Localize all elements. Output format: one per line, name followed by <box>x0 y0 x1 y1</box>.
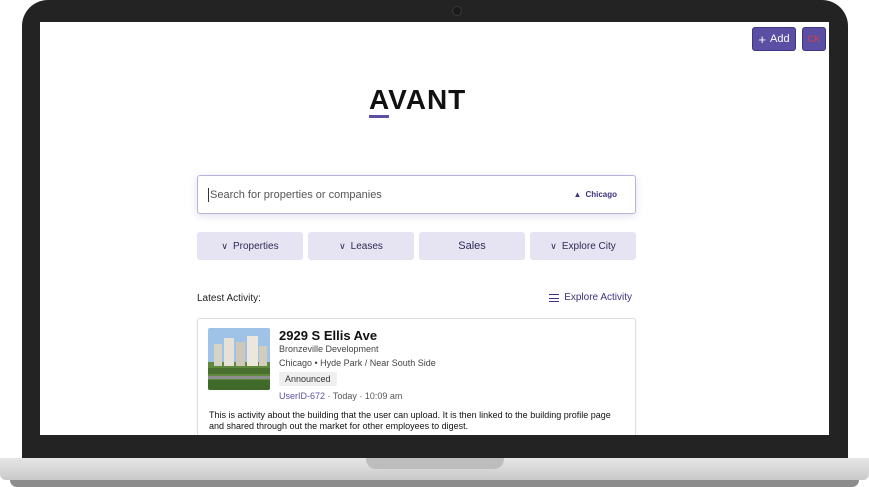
list-icon <box>549 293 560 302</box>
top-actions: + Add CK <box>752 27 826 51</box>
activity-card[interactable]: 2929 S Ellis Ave Bronzeville Development… <box>197 318 636 435</box>
filter-label: Explore City <box>561 240 616 252</box>
explore-activity-link[interactable]: Explore Activity <box>549 292 632 303</box>
activity-meta: UserID-672 · Today · 10:09 am <box>279 391 402 401</box>
filter-label: Properties <box>233 240 279 252</box>
location-pin-icon: ▲ <box>573 190 582 199</box>
property-thumbnail[interactable] <box>208 328 270 390</box>
latest-activity-heading: Latest Activity: <box>197 293 261 304</box>
filter-leases[interactable]: ∨ Leases <box>308 232 414 260</box>
user-link[interactable]: UserID-672 <box>279 391 325 401</box>
plus-icon: + <box>758 31 766 47</box>
activity-time: · Today · 10:09 am <box>325 391 403 401</box>
location-label: Chicago <box>585 190 617 199</box>
filter-sales[interactable]: Sales <box>419 232 525 260</box>
filter-bar: ∨ Properties ∨ Leases Sales ∨ Explore Ci… <box>197 232 636 260</box>
logo-accent <box>369 115 389 118</box>
logo: AVANT <box>369 84 467 115</box>
property-subtitle: Bronzeville Development <box>279 344 379 354</box>
property-location: Chicago • Hyde Park / Near South Side <box>279 358 436 368</box>
filter-label: Sales <box>458 240 486 252</box>
camera-icon <box>452 6 462 16</box>
laptop-foot <box>10 480 859 487</box>
avatar[interactable]: CK <box>802 27 826 51</box>
filter-explore-city[interactable]: ∨ Explore City <box>530 232 636 260</box>
search-box[interactable]: ▲ Chicago <box>197 175 636 214</box>
search-input[interactable] <box>210 188 574 201</box>
property-photo <box>208 328 270 390</box>
add-button-label: Add <box>770 33 790 45</box>
add-button[interactable]: + Add <box>752 27 796 51</box>
chevron-down-icon: ∨ <box>550 240 557 251</box>
explore-activity-label: Explore Activity <box>564 292 632 303</box>
chevron-down-icon: ∨ <box>221 240 228 251</box>
filter-label: Leases <box>350 240 383 252</box>
laptop-notch <box>366 458 504 469</box>
app-screen: + Add CK AVANT ▲ Chicago ∨ Properties ∨ … <box>40 22 829 435</box>
chevron-down-icon: ∨ <box>339 240 346 251</box>
status-badge: Announced <box>279 372 337 386</box>
property-title[interactable]: 2929 S Ellis Ave <box>279 328 377 343</box>
text-cursor <box>208 187 209 202</box>
activity-description: This is activity about the building that… <box>209 410 611 431</box>
location-selector[interactable]: ▲ Chicago <box>574 190 617 199</box>
filter-properties[interactable]: ∨ Properties <box>197 232 303 260</box>
